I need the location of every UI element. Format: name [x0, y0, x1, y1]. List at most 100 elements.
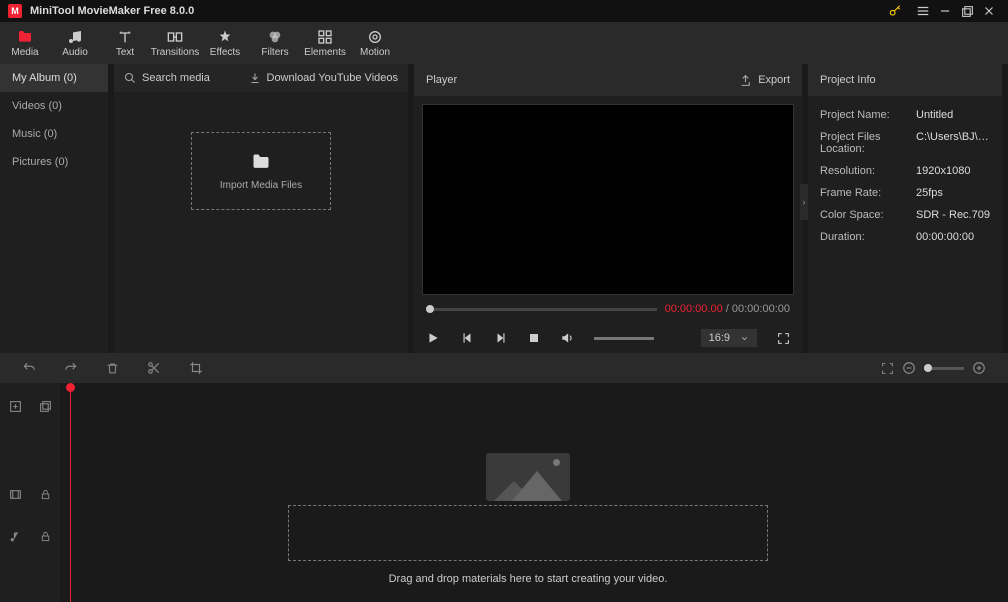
media-pane: Search media Download YouTube Videos Imp… [114, 64, 408, 353]
total-time: 00:00:00:00 [732, 303, 790, 315]
playhead[interactable] [70, 383, 71, 602]
project-row-key: Project Name: [820, 109, 916, 121]
tab-transitions[interactable]: Transitions [150, 22, 200, 64]
current-time: 00:00:00.00 [665, 303, 723, 315]
tab-motion[interactable]: Motion [350, 22, 400, 64]
next-frame-button[interactable] [494, 331, 508, 345]
sidebar-item-music[interactable]: Music (0) [0, 120, 108, 148]
titlebar: M MiniTool MovieMaker Free 8.0.0 [0, 0, 1008, 22]
download-icon [249, 72, 261, 84]
sidebar-item-pictures[interactable]: Pictures (0) [0, 148, 108, 176]
premium-key-icon[interactable] [888, 4, 902, 18]
audio-track-icon [9, 530, 22, 543]
download-youtube-button[interactable]: Download YouTube Videos [249, 72, 399, 84]
project-row-key: Frame Rate: [820, 187, 916, 199]
tab-label: Effects [210, 47, 240, 58]
drop-hint: Drag and drop materials here to start cr… [288, 573, 768, 585]
timeline-toolbar [0, 353, 1008, 383]
app-title: MiniTool MovieMaker Free 8.0.0 [30, 5, 194, 17]
play-button[interactable] [426, 331, 440, 345]
project-row-val: 1920x1080 [916, 165, 970, 177]
aspect-ratio-select[interactable]: 16:9 [701, 329, 757, 347]
chevron-down-icon [740, 334, 749, 343]
import-label: Import Media Files [220, 180, 302, 191]
project-row-val: 00:00:00:00 [916, 231, 974, 243]
tab-media[interactable]: Media [0, 22, 50, 64]
redo-button[interactable] [64, 361, 78, 375]
minimize-button[interactable] [934, 0, 956, 22]
sidebar-item-videos[interactable]: Videos (0) [0, 92, 108, 120]
drop-zone[interactable]: Drag and drop materials here to start cr… [288, 453, 768, 585]
music-icon [67, 29, 83, 45]
tab-label: Audio [62, 47, 88, 58]
tab-label: Motion [360, 47, 390, 58]
project-row-val: Untitled [916, 109, 953, 121]
export-button[interactable]: Export [739, 74, 790, 87]
timeline-sidebar [0, 383, 60, 602]
search-media[interactable]: Search media [124, 72, 210, 84]
tab-text[interactable]: Text [100, 22, 150, 64]
undo-button[interactable] [22, 361, 36, 375]
tab-elements[interactable]: Elements [300, 22, 350, 64]
zoom-slider[interactable] [924, 367, 964, 370]
video-track-icon [9, 488, 22, 501]
collapse-project-button[interactable]: › [800, 184, 808, 220]
close-button[interactable] [978, 0, 1000, 22]
main-toolbar: Media Audio Text Transitions Effects Fil… [0, 22, 1008, 64]
maximize-button[interactable] [956, 0, 978, 22]
export-label: Export [758, 74, 790, 86]
lock-audio-button[interactable] [40, 530, 51, 543]
transitions-icon [166, 29, 184, 45]
export-icon [739, 74, 752, 87]
tab-label: Transitions [151, 47, 200, 58]
zoom-in-button[interactable] [972, 361, 986, 375]
menu-icon[interactable] [912, 0, 934, 22]
search-icon [124, 72, 136, 84]
text-icon [117, 29, 133, 45]
duplicate-track-button[interactable] [39, 400, 52, 413]
sidebar-item-myalbum[interactable]: My Album (0) [0, 64, 108, 92]
download-label: Download YouTube Videos [267, 72, 399, 84]
tab-label: Text [116, 47, 134, 58]
aspect-value: 16:9 [709, 332, 730, 344]
crop-button[interactable] [189, 361, 203, 375]
search-placeholder: Search media [142, 72, 210, 84]
fullscreen-button[interactable] [777, 332, 790, 345]
folder-icon [16, 29, 34, 45]
elements-icon [317, 29, 333, 45]
seek-slider[interactable] [426, 308, 657, 311]
lock-video-button[interactable] [40, 488, 51, 501]
tab-audio[interactable]: Audio [50, 22, 100, 64]
filters-icon [267, 29, 283, 45]
project-info-pane: › Project Info Project Name:Untitled Pro… [808, 64, 1002, 353]
volume-slider[interactable] [594, 337, 654, 340]
split-button[interactable] [147, 361, 161, 375]
project-row-key: Resolution: [820, 165, 916, 177]
import-media-button[interactable]: Import Media Files [191, 132, 331, 210]
add-track-button[interactable] [9, 400, 22, 413]
time-display: 00:00:00.00 / 00:00:00:00 [665, 303, 790, 315]
delete-button[interactable] [106, 362, 119, 375]
player-title: Player [426, 74, 457, 86]
project-row-key: Duration: [820, 231, 916, 243]
tab-label: Filters [261, 47, 288, 58]
tab-effects[interactable]: Effects [200, 22, 250, 64]
project-info-title: Project Info [820, 74, 876, 86]
effects-icon [217, 29, 233, 45]
player-pane: Player Export 00:00:00.00 / 00:00:00:00 … [414, 64, 802, 353]
tab-filters[interactable]: Filters [250, 22, 300, 64]
placeholder-image-icon [486, 453, 570, 501]
stop-button[interactable] [528, 332, 540, 344]
motion-icon [367, 29, 383, 45]
zoom-fit-button[interactable] [881, 362, 894, 375]
timeline-canvas[interactable]: Drag and drop materials here to start cr… [60, 383, 1008, 602]
prev-frame-button[interactable] [460, 331, 474, 345]
project-row-val: SDR - Rec.709 [916, 209, 990, 221]
folder-icon [249, 152, 273, 172]
media-sidebar: My Album (0) Videos (0) Music (0) Pictur… [0, 64, 108, 353]
drop-target[interactable] [288, 505, 768, 561]
tab-label: Elements [304, 47, 346, 58]
zoom-out-button[interactable] [902, 361, 916, 375]
volume-button[interactable] [560, 331, 574, 345]
video-preview[interactable] [422, 104, 794, 295]
